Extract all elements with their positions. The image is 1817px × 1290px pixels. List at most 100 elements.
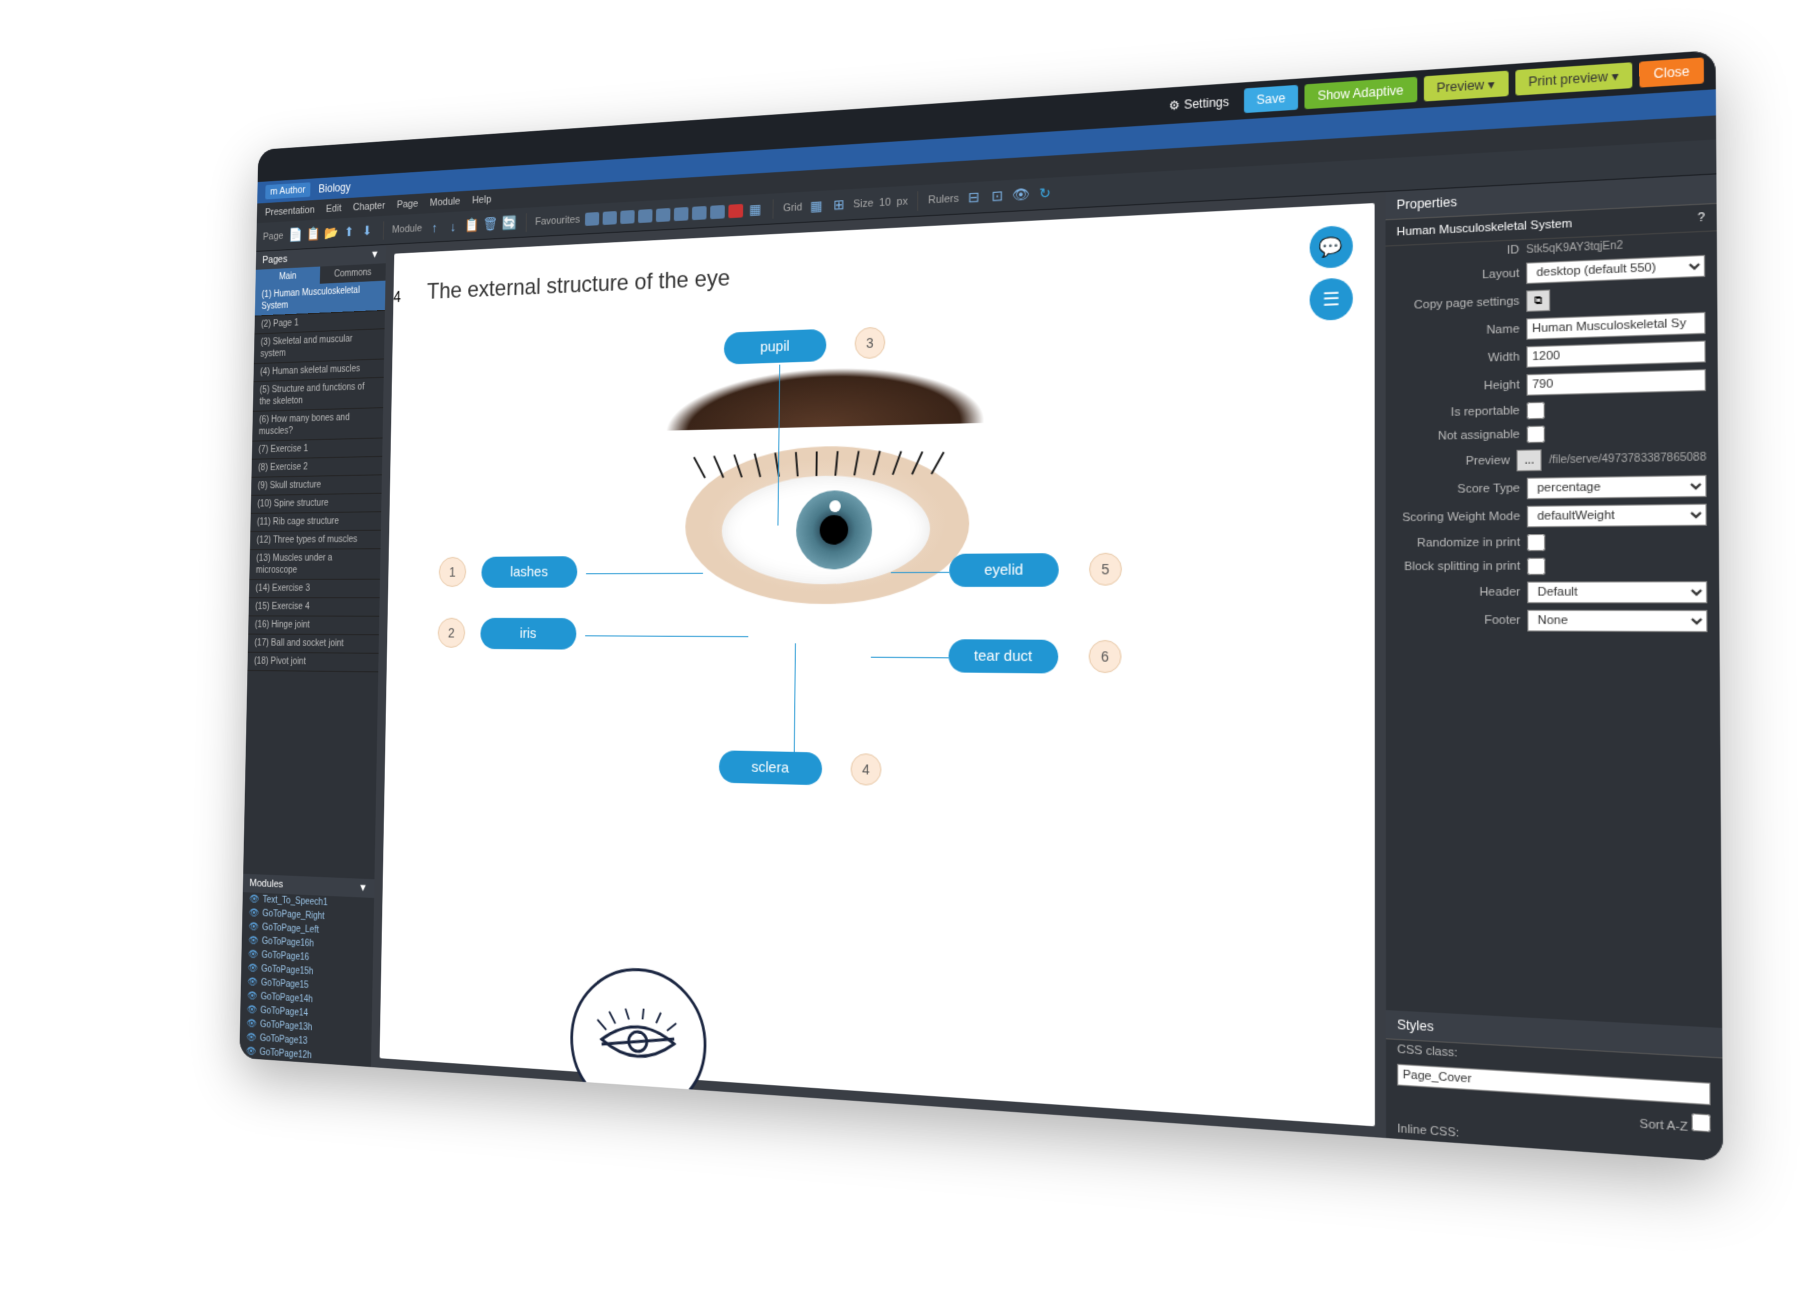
not-assignable-checkbox[interactable] xyxy=(1527,426,1545,444)
tool-module-copy-icon[interactable]: 📋 xyxy=(464,216,480,233)
label-sclera[interactable]: sclera xyxy=(719,750,822,785)
preview-browse-button[interactable]: ... xyxy=(1517,449,1543,471)
fav-slot-6[interactable] xyxy=(674,207,689,221)
help-icon[interactable]: ? xyxy=(1698,211,1705,224)
eye-icon: 👁 xyxy=(246,1046,256,1057)
prop-score-type-label: Score Type xyxy=(1397,482,1520,497)
print-preview-button[interactable]: Print preview ▾ xyxy=(1515,62,1633,95)
prop-copy-label: Copy page settings xyxy=(1397,295,1520,312)
page-item[interactable]: (9) Skull structure xyxy=(251,475,382,496)
label-lashes[interactable]: lashes xyxy=(481,556,577,588)
tool-page-open-icon[interactable]: 📂 xyxy=(324,224,339,241)
label-eyelid[interactable]: eyelid xyxy=(949,553,1059,587)
width-input[interactable] xyxy=(1526,340,1705,367)
fav-slot-7[interactable] xyxy=(692,205,707,219)
app-window: ⚙Settings Save Show Adaptive Preview ▾ P… xyxy=(239,50,1723,1162)
preview-button[interactable]: Preview ▾ xyxy=(1423,71,1508,102)
fav-slot-2[interactable] xyxy=(603,211,617,225)
canvas: The external structure of the eye 💬 ☰ xyxy=(371,192,1386,1138)
eye-icon: 👁 xyxy=(246,1032,256,1043)
scoring-weight-select[interactable]: defaultWeight xyxy=(1527,504,1707,528)
grid-toggle-icon[interactable]: ▦ xyxy=(808,197,825,215)
left-sidebar: Pages▼ Main Commons (1) Human Musculoske… xyxy=(239,245,386,1067)
eye-illustration xyxy=(630,361,1030,644)
page-item[interactable]: (13) Muscles under a microscope xyxy=(249,549,380,580)
close-button[interactable]: Close xyxy=(1640,57,1704,87)
save-button[interactable]: Save xyxy=(1244,85,1298,113)
num-5[interactable]: 5 xyxy=(1089,553,1122,586)
page-item[interactable]: (10) Spine structure xyxy=(251,494,382,514)
reportable-checkbox[interactable] xyxy=(1527,402,1545,420)
menu-chapter[interactable]: Chapter xyxy=(353,200,385,213)
page-item[interactable]: (6) How many bones and muscles? xyxy=(252,408,383,442)
num-2[interactable]: 2 xyxy=(438,618,466,648)
tool-page-new-icon[interactable]: 📄 xyxy=(288,226,303,243)
tool-refresh-icon[interactable]: 🔄 xyxy=(501,214,517,232)
page-item[interactable]: (8) Exercise 2 xyxy=(251,457,382,478)
redo-icon[interactable]: ↻ xyxy=(1036,184,1054,203)
page-item[interactable]: (17) Ball and socket joint xyxy=(248,635,379,654)
prop-width-label: Width xyxy=(1397,351,1520,368)
menu-edit[interactable]: Edit xyxy=(326,203,342,215)
num-6[interactable]: 6 xyxy=(1089,640,1122,673)
num-1[interactable]: 1 xyxy=(439,557,467,587)
footer-select[interactable]: None xyxy=(1527,610,1707,632)
tool-module-up-icon[interactable]: ↑ xyxy=(427,219,442,236)
tool-module-delete-icon[interactable]: 🗑 xyxy=(483,215,499,233)
fav-slot-5[interactable] xyxy=(656,208,671,222)
eye-icon: 👁 xyxy=(249,908,259,919)
label-iris[interactable]: iris xyxy=(480,618,576,650)
page-item[interactable]: (14) Exercise 3 xyxy=(249,580,380,599)
menu-module[interactable]: Module xyxy=(430,196,461,209)
randomize-checkbox[interactable] xyxy=(1527,534,1545,551)
label-tear-duct[interactable]: tear duct xyxy=(948,639,1058,673)
page-item[interactable]: (16) Hinge joint xyxy=(248,616,379,635)
page-item[interactable]: (12) Three types of muscles xyxy=(250,531,381,550)
menu-help[interactable]: Help xyxy=(472,194,491,206)
fav-slot-8[interactable] xyxy=(710,204,725,218)
settings-button[interactable]: ⚙Settings xyxy=(1169,95,1229,113)
sort-checkbox[interactable] xyxy=(1691,1113,1710,1132)
fav-more-icon[interactable]: ▦ xyxy=(747,200,764,218)
fav-slot-9[interactable] xyxy=(728,203,743,217)
page-item[interactable]: (11) Rib cage structure xyxy=(250,512,381,532)
tool-module-down-icon[interactable]: ↓ xyxy=(445,217,460,234)
ruler-eye-icon[interactable]: 👁 xyxy=(1012,185,1030,204)
tool-page-copy-icon[interactable]: 📋 xyxy=(306,225,321,242)
properties-panel: Properties Human Musculoskeletal System?… xyxy=(1386,174,1724,1161)
score-type-select[interactable]: percentage xyxy=(1527,475,1707,499)
menu-page[interactable]: Page xyxy=(397,198,419,210)
header-select[interactable]: Default xyxy=(1527,581,1707,603)
ruler-h-icon[interactable]: ⊟ xyxy=(965,188,983,207)
show-adaptive-button[interactable]: Show Adaptive xyxy=(1305,77,1417,109)
menu-presentation[interactable]: Presentation xyxy=(265,205,315,219)
height-input[interactable] xyxy=(1526,369,1705,396)
num-4[interactable]: 4 xyxy=(850,753,881,786)
label-pupil[interactable]: pupil xyxy=(724,329,827,365)
sort-label: Sort A-Z xyxy=(1640,1118,1688,1135)
block-split-checkbox[interactable] xyxy=(1527,558,1545,575)
tool-page-down-icon[interactable]: ⬇ xyxy=(360,222,375,239)
toolbar-size-value: 10 xyxy=(879,196,891,208)
fav-slot-1[interactable] xyxy=(585,212,599,226)
fav-slot-4[interactable] xyxy=(638,209,652,223)
page-item[interactable]: (18) Pivot joint xyxy=(247,653,378,673)
copy-settings-button[interactable]: ⧉ xyxy=(1526,290,1550,312)
ruler-v-icon[interactable]: ⊡ xyxy=(988,187,1006,206)
snap-icon[interactable]: ⊞ xyxy=(830,196,847,214)
chevron-down-icon: ▼ xyxy=(370,249,379,260)
fav-slot-3[interactable] xyxy=(620,210,634,224)
page-surface[interactable]: The external structure of the eye 💬 ☰ xyxy=(380,203,1375,1126)
page-item[interactable]: (15) Exercise 4 xyxy=(249,598,380,617)
page-item[interactable]: (3) Skeletal and muscular system xyxy=(254,329,385,364)
prop-id-label: ID xyxy=(1397,244,1520,262)
num-3[interactable]: 3 xyxy=(855,327,886,360)
prop-header-label: Header xyxy=(1397,586,1521,599)
chevron-down-icon: ▼ xyxy=(358,882,367,894)
prop-randomize-label: Randomize in print xyxy=(1397,536,1520,550)
layout-select[interactable]: desktop (default 550) xyxy=(1526,255,1705,284)
eye-icon: 👁 xyxy=(246,1019,256,1030)
name-input[interactable] xyxy=(1526,312,1705,340)
page-item[interactable]: (5) Structure and functions of the skele… xyxy=(253,378,384,412)
tool-page-up-icon[interactable]: ⬆ xyxy=(342,223,357,240)
